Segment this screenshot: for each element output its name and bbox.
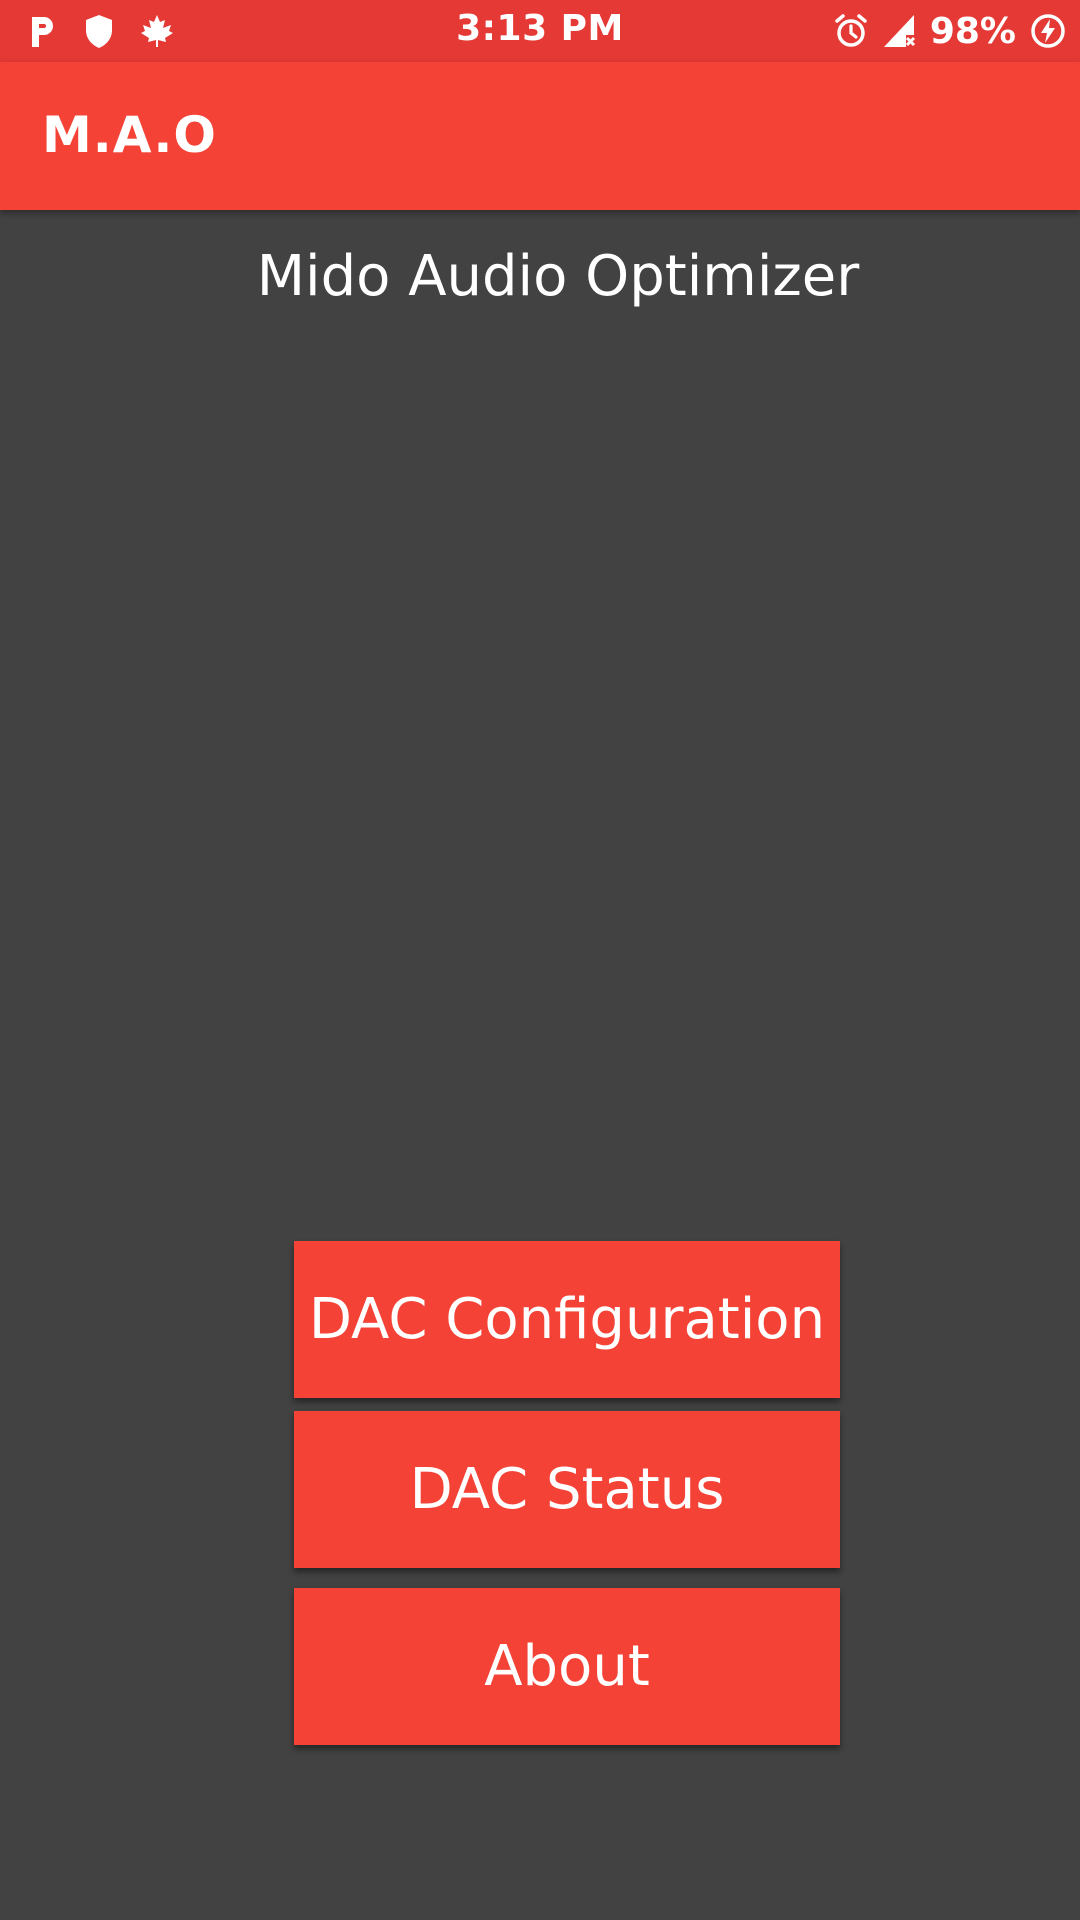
screen: 3:13 PM 98% M.A.O Mido Audio Optimizer D… — [0, 0, 1080, 1920]
status-bar: 3:13 PM 98% — [0, 0, 1080, 62]
battery-percentage: 98% — [929, 10, 1016, 52]
signal-no-service-icon — [882, 13, 916, 49]
app-title: M.A.O — [42, 106, 217, 164]
dac-configuration-button[interactable]: DAC Configuration — [294, 1241, 840, 1398]
alarm-icon — [834, 13, 868, 49]
app-bar: M.A.O — [0, 62, 1080, 210]
status-right-icons: 98% — [834, 10, 1066, 52]
battery-charging-icon — [1030, 13, 1066, 49]
page-heading: Mido Audio Optimizer — [256, 244, 860, 309]
dac-status-button[interactable]: DAC Status — [294, 1411, 840, 1568]
about-button[interactable]: About — [294, 1588, 840, 1745]
